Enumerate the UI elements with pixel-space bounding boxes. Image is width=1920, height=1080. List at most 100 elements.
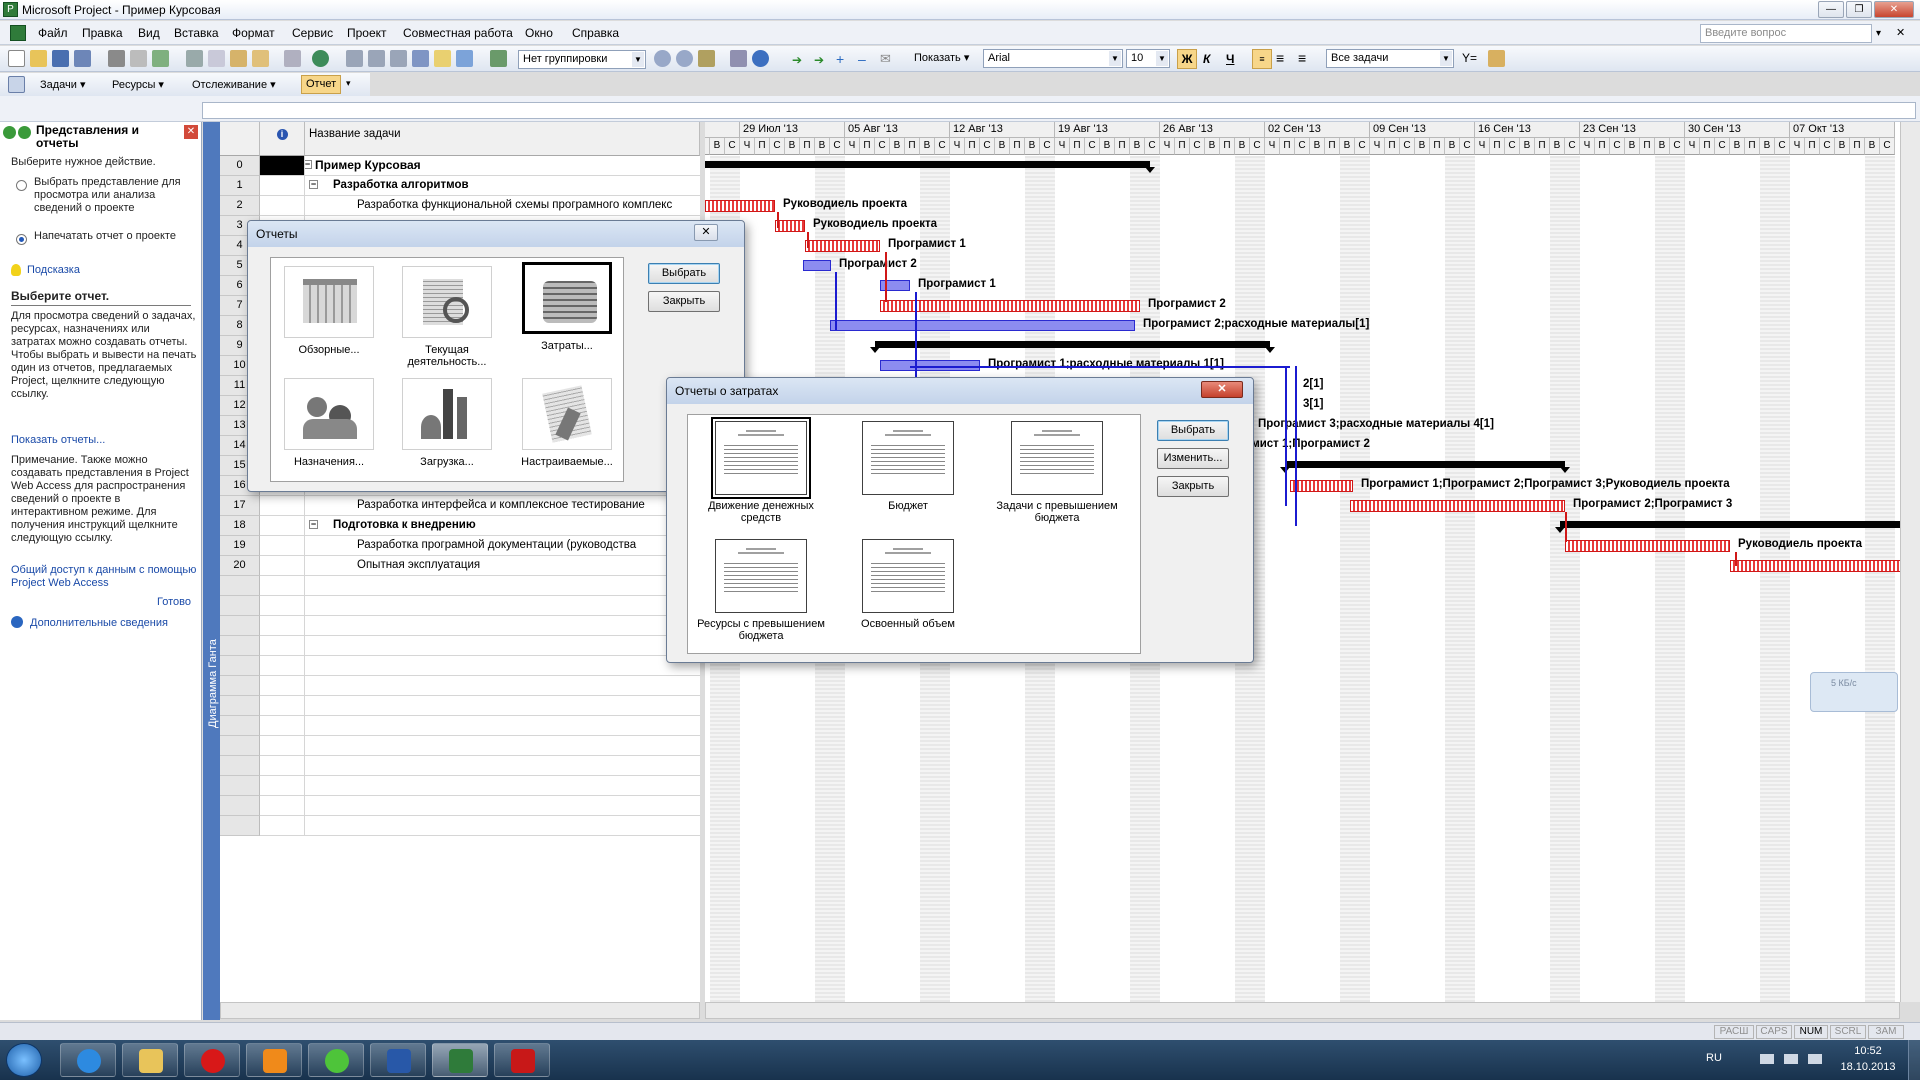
menu-collaborate[interactable]: Совместная работа <box>403 26 513 40</box>
row-number[interactable] <box>220 696 260 716</box>
tracking-menu-button[interactable]: Отслеживание ▾ <box>192 78 276 91</box>
close-window-button[interactable]: ✕ <box>1874 1 1914 18</box>
task-bar[interactable] <box>803 260 831 271</box>
taskbar-opera[interactable] <box>184 1043 240 1077</box>
task-bar[interactable] <box>830 320 1135 331</box>
cost-reports-close-icon[interactable]: ✕ <box>1201 381 1243 398</box>
row-indicator-cell[interactable] <box>260 816 305 836</box>
critical-task-bar[interactable] <box>1730 560 1900 572</box>
collapse-icon[interactable]: − <box>305 160 312 169</box>
resources-menu-button[interactable]: Ресурсы ▾ <box>112 78 164 91</box>
arrow-left-icon[interactable]: ➔ <box>792 53 802 67</box>
gantt-horizontal-scrollbar[interactable] <box>705 1002 1900 1019</box>
critical-task-bar[interactable] <box>805 240 880 252</box>
open-icon[interactable] <box>30 50 47 67</box>
align-center-button[interactable]: ≡ <box>1276 50 1284 66</box>
copy-picture-icon[interactable] <box>730 50 747 67</box>
critical-task-bar[interactable] <box>1350 500 1565 512</box>
close-doc-icon[interactable]: ✕ <box>1896 26 1905 39</box>
table-horizontal-scrollbar[interactable] <box>220 1002 700 1019</box>
help-icon[interactable] <box>752 50 769 67</box>
show-subtasks-icon[interactable]: ✉ <box>880 51 891 67</box>
row-number[interactable] <box>220 816 260 836</box>
preview-icon[interactable] <box>130 50 147 67</box>
row-number[interactable] <box>220 676 260 696</box>
project-app-icon[interactable]: P <box>3 2 18 17</box>
row-indicator-cell[interactable] <box>260 556 305 576</box>
empty-task-cell[interactable] <box>305 696 700 716</box>
help-dropdown-icon[interactable]: ▾ <box>1876 28 1881 39</box>
format-painter-icon[interactable] <box>252 50 269 67</box>
flag-icon[interactable] <box>1760 1054 1774 1064</box>
menu-help[interactable]: Справка <box>572 26 619 40</box>
font-select[interactable]: Arial ▼ <box>983 49 1123 68</box>
critical-task-bar[interactable] <box>880 300 1140 312</box>
task-name-cell[interactable]: Разработка функциональной схемы програмн… <box>305 196 700 216</box>
done-link[interactable]: Готово <box>11 596 191 609</box>
tile-custom[interactable]: Настраиваемые... <box>519 378 615 468</box>
paste-icon[interactable] <box>230 50 247 67</box>
task-name-cell[interactable]: − Подготовка к внедрению <box>305 516 700 536</box>
taskbar-ie[interactable] <box>60 1043 116 1077</box>
row-indicator-cell[interactable] <box>260 516 305 536</box>
link-tasks-icon[interactable] <box>346 50 363 67</box>
corner-select[interactable] <box>220 122 260 156</box>
task-name-column-header[interactable]: Название задачи <box>305 122 700 156</box>
row-indicator-cell[interactable] <box>260 496 305 516</box>
summary-bar[interactable] <box>705 161 1155 173</box>
network-meter[interactable]: 5 КБ/с <box>1810 672 1898 712</box>
row-indicator-cell[interactable] <box>260 616 305 636</box>
menu-edit[interactable]: Правка <box>82 26 123 40</box>
back-icon[interactable] <box>3 126 16 139</box>
radio-select-view[interactable] <box>16 180 27 191</box>
collapse-icon[interactable]: − <box>309 520 318 529</box>
print-icon[interactable] <box>108 50 125 67</box>
summary-bar[interactable] <box>1280 461 1570 473</box>
taskbar-project[interactable] <box>432 1043 488 1077</box>
zoom-out-icon[interactable] <box>676 50 693 67</box>
tile-workload[interactable]: Загрузка... <box>399 378 495 468</box>
row-number[interactable] <box>220 596 260 616</box>
row-number[interactable]: 19 <box>220 536 260 556</box>
undo-icon[interactable] <box>284 50 301 67</box>
indicators-column-header[interactable]: i <box>260 122 305 156</box>
cut-icon[interactable] <box>186 50 203 67</box>
critical-task-bar[interactable] <box>705 200 775 212</box>
underline-button[interactable]: Ч <box>1226 52 1234 66</box>
bold-button[interactable]: Ж <box>1177 49 1197 69</box>
empty-task-cell[interactable] <box>305 616 700 636</box>
row-number[interactable]: 18 <box>220 516 260 536</box>
tile-costs[interactable]: Затраты... <box>519 262 615 352</box>
tile-cash-flow[interactable]: Движение денежных средств <box>696 417 826 524</box>
empty-task-cell[interactable] <box>305 676 700 696</box>
row-indicator-cell[interactable] <box>260 176 305 196</box>
clock-time[interactable]: 10:52 <box>1838 1045 1898 1057</box>
taskbar-icq[interactable] <box>308 1043 364 1077</box>
align-left-button[interactable]: ≡ <box>1252 49 1272 69</box>
empty-task-cell[interactable] <box>305 816 700 836</box>
empty-task-cell[interactable] <box>305 636 700 656</box>
empty-task-cell[interactable] <box>305 796 700 816</box>
reports-select-button[interactable]: Выбрать <box>648 263 720 284</box>
task-info-icon[interactable] <box>412 50 429 67</box>
reports-close-button[interactable]: Закрыть <box>648 291 720 312</box>
row-indicator-cell[interactable] <box>260 636 305 656</box>
more-info-link[interactable]: Дополнительные сведения <box>30 617 216 630</box>
assign-resources-icon[interactable] <box>456 50 473 67</box>
cost-close-button[interactable]: Закрыть <box>1157 476 1229 497</box>
tile-overbudget-tasks[interactable]: Задачи с превышением бюджета <box>992 421 1122 524</box>
report-menu-button[interactable]: Отчет <box>301 75 342 94</box>
maximize-button[interactable]: ❐ <box>1846 1 1872 18</box>
tile-assignments[interactable]: Назначения... <box>281 378 377 468</box>
empty-task-cell[interactable] <box>305 736 700 756</box>
tile-overview[interactable]: Обзорные... <box>281 266 377 356</box>
menu-tools[interactable]: Сервис <box>292 26 333 40</box>
row-indicator-cell[interactable] <box>260 196 305 216</box>
row-number[interactable] <box>220 576 260 596</box>
row-number[interactable]: 17 <box>220 496 260 516</box>
row-indicator-cell[interactable] <box>260 676 305 696</box>
critical-task-bar[interactable] <box>1565 540 1730 552</box>
row-number[interactable]: 20 <box>220 556 260 576</box>
filter-select[interactable]: Все задачи ▼ <box>1326 49 1454 68</box>
cost-edit-button[interactable]: Изменить... <box>1157 448 1229 469</box>
